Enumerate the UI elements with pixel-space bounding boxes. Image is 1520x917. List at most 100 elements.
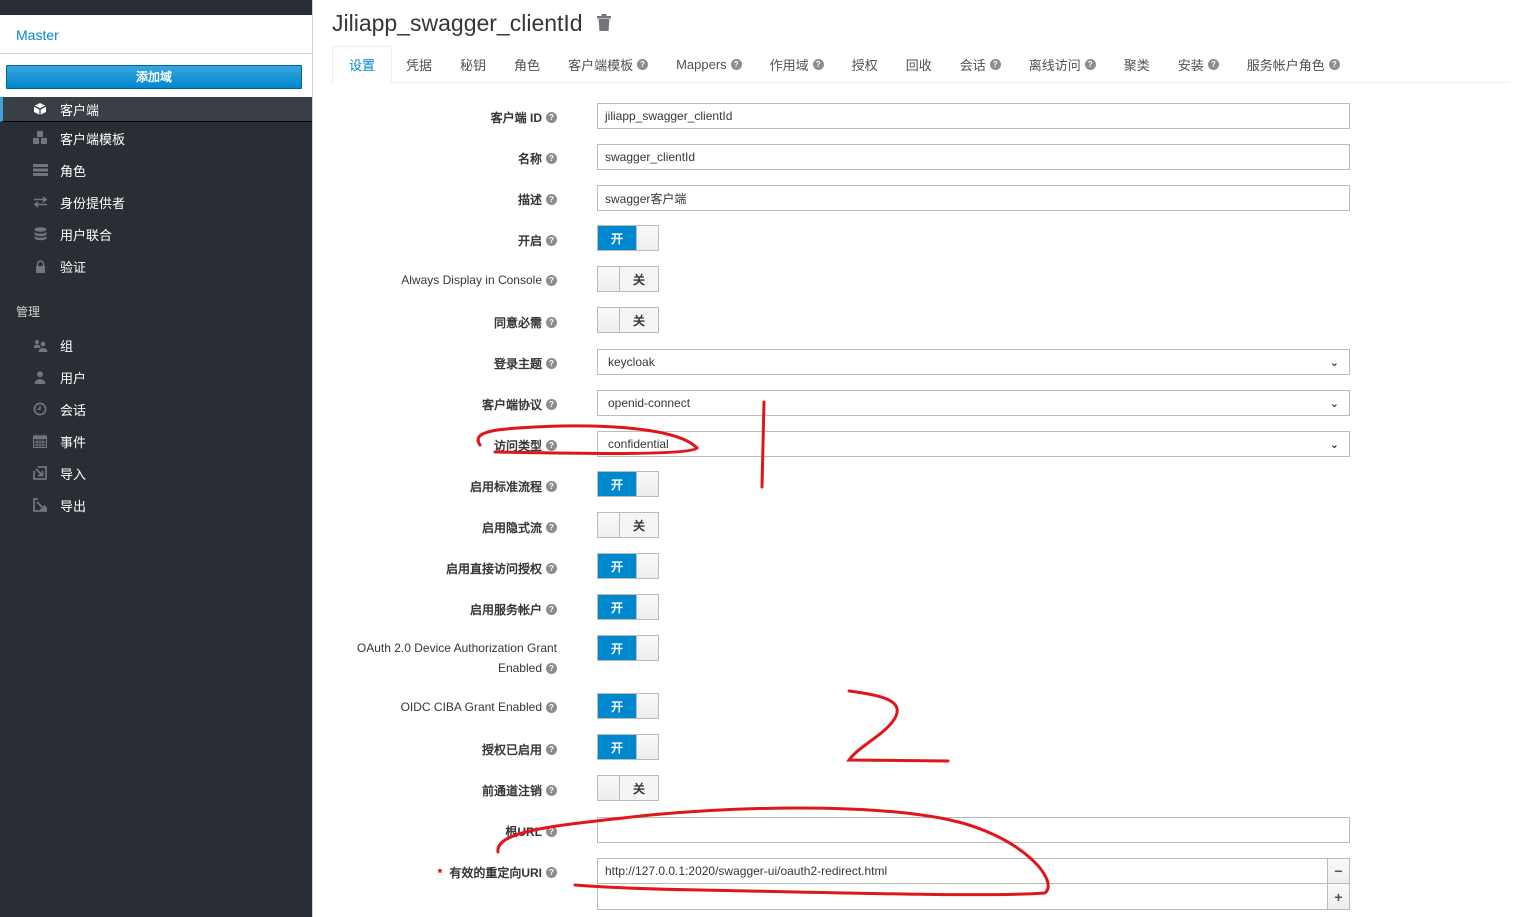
- tab-installation[interactable]: 安装?: [1164, 46, 1233, 83]
- help-icon[interactable]: ?: [546, 235, 557, 246]
- toggle-knob: [598, 267, 620, 291]
- help-icon[interactable]: ?: [546, 317, 557, 328]
- sidebar-item-label: 用户联合: [60, 227, 113, 243]
- add-uri-button[interactable]: +: [1328, 884, 1350, 910]
- implicit-flow-toggle[interactable]: 关: [597, 512, 659, 538]
- enabled-toggle[interactable]: 开: [597, 225, 659, 251]
- authorization-toggle[interactable]: 开: [597, 734, 659, 760]
- device-grant-toggle[interactable]: 开: [597, 635, 659, 661]
- sidebar: Master 添加域 客户端 客户端模板 角色 身份提供者 用户联合 验证 管理…: [0, 0, 313, 917]
- help-icon[interactable]: ?: [546, 112, 557, 123]
- tab-label: Mappers: [676, 57, 727, 72]
- clock-icon: [32, 401, 48, 417]
- chevron-down-icon: ⌄: [1329, 438, 1339, 451]
- exchange-icon: [32, 194, 48, 210]
- tab-credentials[interactable]: 凭据: [392, 46, 446, 83]
- direct-access-toggle[interactable]: 开: [597, 553, 659, 579]
- tab-keys[interactable]: 秘钥: [446, 46, 500, 83]
- help-icon[interactable]: ?: [546, 662, 557, 674]
- redirect-uri-input[interactable]: http://127.0.0.1:2020/swagger-ui/oauth2-…: [597, 858, 1328, 884]
- sidebar-item-groups[interactable]: 组: [0, 329, 312, 361]
- sidebar-item-clients[interactable]: 客户端: [0, 97, 312, 122]
- help-icon[interactable]: ?: [546, 785, 557, 796]
- sidebar-item-client-templates[interactable]: 客户端模板: [0, 122, 312, 154]
- help-icon[interactable]: ?: [1328, 59, 1340, 70]
- sidebar-item-identity-providers[interactable]: 身份提供者: [0, 186, 312, 218]
- tab-settings[interactable]: 设置: [332, 46, 393, 83]
- tab-mappers[interactable]: Mappers?: [662, 46, 756, 83]
- name-input[interactable]: swagger_clientId: [597, 144, 1350, 170]
- tab-label: 回收: [905, 58, 932, 73]
- add-realm-button[interactable]: 添加域: [6, 65, 302, 89]
- field-label: 登录主题?: [494, 355, 557, 372]
- help-icon[interactable]: ?: [637, 59, 649, 70]
- help-icon[interactable]: ?: [812, 59, 824, 70]
- realm-name[interactable]: Master: [16, 27, 59, 43]
- tab-sessions[interactable]: 会话?: [946, 46, 1015, 83]
- help-icon[interactable]: ?: [546, 522, 557, 533]
- new-redirect-uri-input[interactable]: [597, 884, 1328, 910]
- consent-required-toggle[interactable]: 关: [597, 307, 659, 333]
- tab-authorization[interactable]: 授权: [838, 46, 892, 83]
- sidebar-item-label: 客户端模板: [60, 131, 126, 147]
- access-type-select[interactable]: confidential ⌄: [597, 431, 1350, 457]
- help-icon[interactable]: ?: [546, 481, 557, 492]
- tab-roles[interactable]: 角色: [500, 46, 554, 83]
- help-icon[interactable]: ?: [989, 59, 1001, 70]
- help-icon[interactable]: ?: [546, 399, 557, 410]
- standard-flow-toggle[interactable]: 开: [597, 471, 659, 497]
- login-theme-select[interactable]: keycloak ⌄: [597, 349, 1350, 375]
- description-input[interactable]: swagger客户端: [597, 185, 1350, 211]
- tab-label: 角色: [514, 58, 541, 73]
- sidebar-item-roles[interactable]: 角色: [0, 154, 312, 186]
- help-icon[interactable]: ?: [730, 59, 742, 70]
- field-label: 授权已启用?: [482, 741, 557, 758]
- client-id-input[interactable]: jiliapp_swagger_clientId: [597, 103, 1350, 129]
- remove-uri-button[interactable]: −: [1328, 858, 1350, 884]
- client-protocol-select[interactable]: openid-connect ⌄: [597, 390, 1350, 416]
- tab-label: 凭据: [406, 58, 433, 73]
- sidebar-item-authentication[interactable]: 验证: [0, 250, 312, 282]
- chevron-down-icon: ⌄: [1329, 397, 1339, 410]
- help-icon[interactable]: ?: [546, 744, 557, 755]
- help-icon[interactable]: ?: [1207, 59, 1219, 70]
- tab-offline-access[interactable]: 离线访问?: [1015, 46, 1110, 83]
- tab-clustering[interactable]: 聚类: [1110, 46, 1164, 83]
- tab-service-account-roles[interactable]: 服务帐户角色?: [1233, 46, 1354, 83]
- sidebar-item-user-federation[interactable]: 用户联合: [0, 218, 312, 250]
- cubes-icon: [32, 130, 48, 146]
- help-icon[interactable]: ?: [546, 604, 557, 615]
- front-channel-logout-toggle[interactable]: 关: [597, 775, 659, 801]
- sidebar-item-users[interactable]: 用户: [0, 361, 312, 393]
- help-icon[interactable]: ?: [546, 867, 557, 878]
- ciba-grant-toggle[interactable]: 开: [597, 693, 659, 719]
- field-label: OAuth 2.0 Device Authorization Grant Ena…: [356, 641, 557, 675]
- field-label: 客户端 ID?: [491, 109, 557, 126]
- help-icon[interactable]: ?: [1084, 59, 1096, 70]
- help-icon[interactable]: ?: [546, 563, 557, 574]
- sidebar-item-sessions[interactable]: 会话: [0, 393, 312, 425]
- tab-client-templates[interactable]: 客户端模板?: [554, 46, 662, 83]
- sidebar-item-import[interactable]: 导入: [0, 457, 312, 489]
- root-url-input[interactable]: [597, 817, 1350, 843]
- calendar-icon: [32, 433, 48, 449]
- service-accounts-toggle[interactable]: 开: [597, 594, 659, 620]
- sidebar-item-export[interactable]: 导出: [0, 489, 312, 521]
- help-icon[interactable]: ?: [546, 153, 557, 164]
- help-icon[interactable]: ?: [546, 701, 557, 713]
- field-label: 开启?: [518, 232, 557, 249]
- help-icon[interactable]: ?: [546, 358, 557, 369]
- toggle-knob: [598, 308, 620, 332]
- realm-selector[interactable]: Master 添加域: [0, 15, 312, 97]
- help-icon[interactable]: ?: [546, 440, 557, 451]
- toggle-on-label: 开: [598, 226, 636, 250]
- tab-scope[interactable]: 作用域?: [756, 46, 838, 83]
- tab-revocation[interactable]: 回收: [892, 46, 946, 83]
- help-icon[interactable]: ?: [546, 194, 557, 205]
- always-display-toggle[interactable]: 关: [597, 266, 659, 292]
- help-icon[interactable]: ?: [546, 274, 557, 286]
- help-icon[interactable]: ?: [546, 826, 557, 837]
- tab-label: 作用域: [769, 58, 809, 73]
- sidebar-item-events[interactable]: 事件: [0, 425, 312, 457]
- trash-icon[interactable]: [596, 10, 611, 37]
